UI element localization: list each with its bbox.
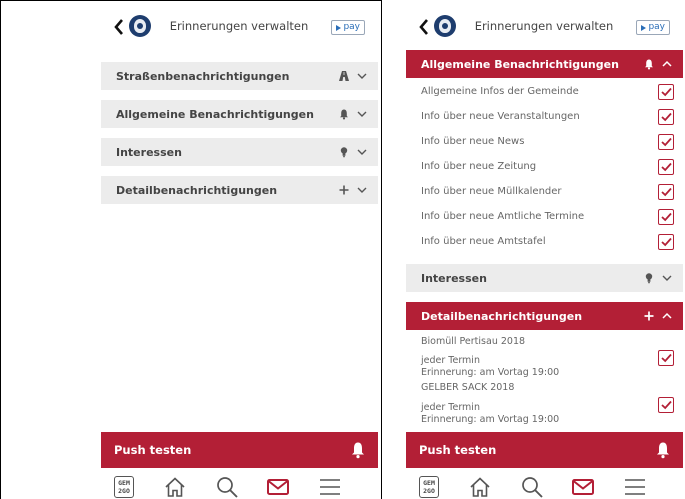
chevron-down-icon[interactable]: [355, 108, 368, 121]
plus-icon: [337, 184, 350, 197]
option-label: Info über neue Amtliche Termine: [421, 211, 585, 222]
road-icon: [337, 70, 350, 83]
detail-item-frequency: jeder Termin: [421, 402, 480, 413]
detail-item-reminder: Erinnerung: am Vortag 19:00: [421, 414, 560, 425]
home-icon: [165, 477, 185, 497]
tab-home[interactable]: [162, 474, 188, 499]
section-allgemein[interactable]: Allgemeine Benachrichtigungen: [101, 100, 378, 128]
tab-search[interactable]: [214, 474, 240, 499]
tab-gem2go[interactable]: GEM 2GO: [416, 474, 442, 499]
option-label: Info über neue Zeitung: [421, 161, 537, 172]
lightbulb-icon: [337, 146, 350, 159]
option-checkbox[interactable]: [658, 184, 674, 200]
detail-item-checkbox[interactable]: [658, 350, 674, 366]
top-bar: Erinnerungen verwalten pay: [101, 8, 379, 46]
bell-icon: [657, 442, 669, 459]
chevron-left-icon: [114, 19, 123, 35]
pay-button[interactable]: pay: [636, 20, 670, 35]
detail-item-title: GELBER SACK 2018: [421, 382, 515, 393]
pay-play-icon: [336, 24, 342, 31]
option-label: Info über neue News: [421, 136, 525, 147]
home-icon: [470, 477, 490, 497]
push-test-button[interactable]: Push testen: [406, 432, 683, 468]
option-row: Allgemeine Infos der Gemeinde: [406, 80, 684, 105]
page-title: Erinnerungen verwalten: [169, 19, 309, 33]
section-detail-expanded[interactable]: Detailbenachrichtigungen: [406, 302, 683, 330]
option-label: Info über neue Amtstafel: [421, 236, 546, 247]
chevron-left-icon: [419, 19, 428, 35]
tab-gem2go[interactable]: GEM 2GO: [111, 474, 137, 499]
section-strassen[interactable]: Straßenbenachrichtigungen: [101, 62, 378, 90]
municipality-crest-icon: [434, 15, 456, 37]
pay-button[interactable]: pay: [331, 20, 365, 35]
pay-label: pay: [648, 22, 665, 32]
option-row: Info über neue Müllkalender: [406, 180, 684, 205]
section-interessen[interactable]: Interessen: [406, 264, 683, 292]
option-checkbox[interactable]: [658, 134, 674, 150]
detail-item-reminder: Erinnerung: am Vortag 19:00: [421, 367, 560, 378]
option-checkbox[interactable]: [658, 159, 674, 175]
lightbulb-icon: [642, 272, 655, 285]
section-allgemein-expanded[interactable]: Allgemeine Benachrichtigungen: [406, 50, 683, 78]
tab-messages[interactable]: [570, 474, 596, 499]
chevron-up-icon[interactable]: [660, 310, 673, 323]
back-button[interactable]: [111, 17, 127, 37]
section-detail[interactable]: Detailbenachrichtigungen: [101, 176, 378, 204]
push-test-label: Push testen: [419, 443, 497, 457]
option-checkbox[interactable]: [658, 209, 674, 225]
hamburger-menu-icon: [625, 479, 645, 495]
tab-menu[interactable]: [317, 474, 343, 499]
frame-divider-line: [381, 0, 382, 499]
option-checkbox[interactable]: [658, 234, 674, 250]
frame-left-line: [0, 0, 1, 499]
envelope-icon: [267, 479, 289, 495]
detail-item-title: Biomüll Pertisau 2018: [421, 336, 526, 347]
tab-home[interactable]: [467, 474, 493, 499]
detail-item-frequency: jeder Termin: [421, 355, 480, 366]
option-label: Allgemeine Infos der Gemeinde: [421, 86, 579, 97]
gem2go-logo-icon: GEM 2GO: [419, 476, 439, 498]
back-button[interactable]: [416, 17, 432, 37]
chevron-down-icon[interactable]: [660, 272, 673, 285]
hamburger-menu-icon: [320, 479, 340, 495]
envelope-icon: [572, 479, 594, 495]
page-title: Erinnerungen verwalten: [474, 19, 614, 33]
search-icon: [522, 477, 543, 498]
option-checkbox[interactable]: [658, 84, 674, 100]
push-test-button[interactable]: Push testen: [101, 432, 378, 468]
chevron-up-icon[interactable]: [660, 58, 673, 71]
bell-icon: [337, 108, 350, 121]
option-row: Info über neue Amtstafel: [406, 230, 684, 255]
bell-icon: [352, 442, 364, 459]
bell-icon: [642, 58, 655, 71]
push-test-label: Push testen: [114, 443, 192, 457]
municipality-crest-icon: [129, 15, 151, 37]
gem2go-logo-icon: GEM 2GO: [114, 476, 134, 498]
option-row: Info über neue Zeitung: [406, 155, 684, 180]
section-interessen[interactable]: Interessen: [101, 138, 378, 166]
screen-collapsed: Erinnerungen verwalten pay Straßenbenach…: [101, 8, 379, 499]
option-row: Info über neue Veranstaltungen: [406, 105, 684, 130]
tab-search[interactable]: [519, 474, 545, 499]
frame-top-line: [0, 0, 381, 1]
option-label: Info über neue Veranstaltungen: [421, 111, 580, 122]
tab-menu[interactable]: [622, 474, 648, 499]
tab-messages[interactable]: [265, 474, 291, 499]
bottom-tab-bar: GEM 2GO: [101, 469, 379, 499]
chevron-down-icon[interactable]: [355, 146, 368, 159]
search-icon: [217, 477, 238, 498]
detail-item-checkbox[interactable]: [658, 397, 674, 413]
option-checkbox[interactable]: [658, 109, 674, 125]
bottom-tab-bar: GEM 2GO: [406, 469, 684, 499]
option-row: Info über neue Amtliche Termine: [406, 205, 684, 230]
pay-label: pay: [343, 22, 360, 32]
screen-expanded: Erinnerungen verwalten pay Allgemeine Be…: [406, 8, 684, 499]
option-label: Info über neue Müllkalender: [421, 186, 562, 197]
chevron-down-icon[interactable]: [355, 70, 368, 83]
option-row: Info über neue News: [406, 130, 684, 155]
chevron-down-icon[interactable]: [355, 184, 368, 197]
plus-icon: [642, 310, 655, 323]
top-bar: Erinnerungen verwalten pay: [406, 8, 684, 46]
pay-play-icon: [641, 24, 647, 31]
